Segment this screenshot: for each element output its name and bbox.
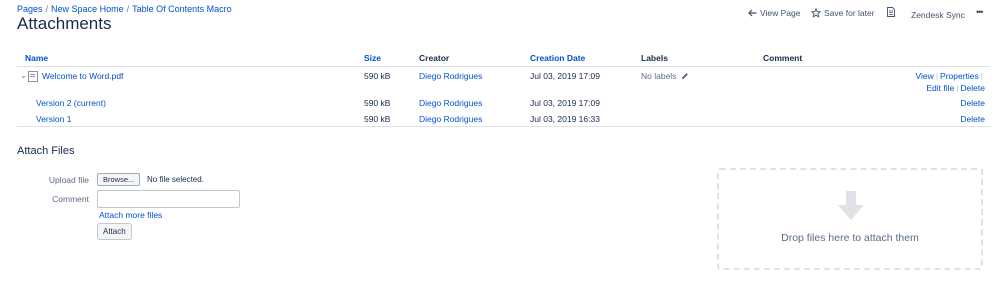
download-arrow-icon [838,191,864,220]
back-arrow-icon [748,9,757,17]
view-link[interactable]: View [916,71,934,81]
column-header-creator: Creator [411,50,522,67]
attach-button[interactable]: Attach [97,223,132,240]
file-name-link[interactable]: Welcome to Word.pdf [42,71,123,81]
labels-cell: No labels [633,67,755,98]
document-icon-button[interactable] [887,7,895,17]
more-icon: ••• [976,7,984,17]
page-title: Attachments [17,14,112,33]
breadcrumb-separator: / [126,4,130,14]
creation-date: Jul 03, 2019 17:09 [530,71,600,81]
column-header-size[interactable]: Size [356,50,411,67]
save-for-later-button[interactable]: Save for later [811,8,875,18]
creator-link[interactable]: Diego Rodrigues [419,98,482,108]
drop-zone-text: Drop files here to attach them [781,232,919,244]
more-actions-button[interactable]: ••• [976,7,984,17]
file-name-cell: ⌄ Welcome to Word.pdf [17,67,356,98]
star-icon [811,8,821,18]
table-row: Version 1 590 kB Diego Rodrigues Jul 03,… [17,113,990,127]
creator-link[interactable]: Diego Rodrigues [419,114,482,124]
column-header-creation-date[interactable]: Creation Date [522,50,633,67]
upload-file-label: Upload file [48,175,89,185]
column-header-name[interactable]: Name [17,50,356,67]
column-header-labels: Labels [633,50,755,67]
chevron-down-icon[interactable]: ⌄ [20,71,27,80]
properties-link[interactable]: Properties [940,71,979,81]
breadcrumb: Pages / New Space Home / Table Of Contents M… [17,4,232,14]
version-date: Jul 03, 2019 17:09 [530,98,600,108]
divider: | [980,71,983,81]
no-labels-text: No labels [641,71,677,81]
view-page-label: View Page [760,8,801,18]
delete-version-link[interactable]: Delete [960,114,985,124]
no-file-selected-text: No file selected. [147,175,204,184]
attach-more-files-link[interactable]: Attach more files [99,210,162,220]
document-icon [887,7,895,17]
breadcrumb-separator: / [45,4,49,14]
version-date: Jul 03, 2019 16:33 [522,113,633,127]
version-link[interactable]: Version 1 [36,114,71,124]
file-size: 590 kB [364,71,391,81]
delete-version-link[interactable]: Delete [960,98,985,108]
divider: | [956,83,959,93]
zendesk-sync-button[interactable]: Zendesk Sync [911,10,965,20]
pencil-icon[interactable] [681,72,689,80]
view-page-button[interactable]: View Page [748,8,800,18]
comment-input[interactable] [97,190,240,208]
divider: | [935,71,939,81]
version-link[interactable]: Version 2 (current) [36,98,106,108]
pdf-file-icon [28,71,38,82]
creator-link[interactable]: Diego Rodrigues [419,71,482,81]
breadcrumb-pages[interactable]: Pages [17,4,43,14]
table-row: ⌄ Welcome to Word.pdf 590 kB Diego Rodri… [17,67,990,98]
table-row: Version 2 (current) 590 kB Diego Rodrigu… [17,97,990,113]
browse-button[interactable]: Browse... [97,173,141,186]
delete-link[interactable]: Delete [960,83,985,93]
column-header-comment: Comment [755,50,990,67]
file-drop-zone[interactable]: Drop files here to attach them [717,168,983,270]
comment-label: Comment [52,194,89,204]
version-size: 590 kB [364,98,391,108]
file-actions: View | Properties | Edit file | Delete [755,67,990,98]
version-size: 590 kB [356,113,411,127]
save-for-later-label: Save for later [824,8,875,18]
zendesk-sync-label: Zendesk Sync [911,10,965,20]
table-header-row: Name Size Creator Creation Date Labels C… [17,50,990,67]
breadcrumb-new-space-home[interactable]: New Space Home [51,4,124,14]
edit-file-link[interactable]: Edit file [926,83,954,93]
attach-files-heading: Attach Files [17,145,75,157]
breadcrumb-table-of-contents-macro[interactable]: Table Of Contents Macro [132,4,232,14]
attachments-table: Name Size Creator Creation Date Labels C… [17,50,990,127]
